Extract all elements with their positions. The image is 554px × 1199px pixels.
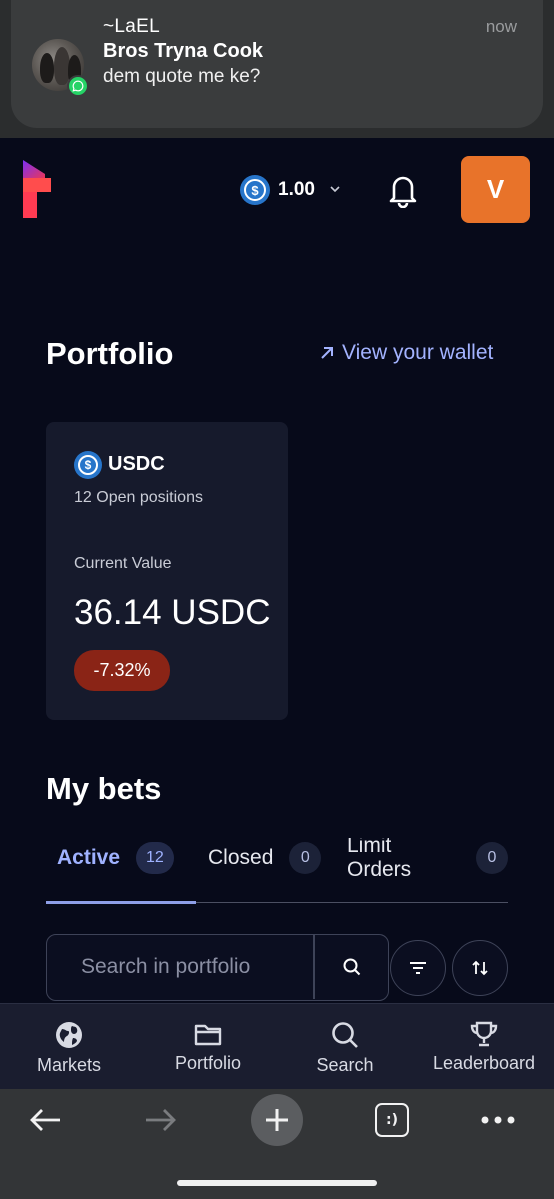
arrow-left-icon [30,1109,60,1131]
nav-label: Portfolio [174,1053,242,1073]
nav-markets[interactable]: Markets [28,1004,110,1090]
tab-label: Active [57,846,121,869]
search-icon [343,958,360,976]
notification-backdrop: ~LaEL Bros Tryna Cook dem quote me ke? n… [0,0,554,138]
bets-tabs: Active 12 Closed 0 Limit Orders 0 [46,838,508,904]
active-tab-indicator [46,901,196,904]
nav-portfolio[interactable]: Portfolio [163,1004,253,1090]
more-dots-icon [481,1116,515,1124]
notification-title: Bros Tryna Cook [103,40,264,62]
filter-icon [410,962,426,974]
notification-time: now [485,17,517,36]
tabs-button[interactable]: :) [372,1097,412,1143]
view-wallet-label: View your wallet [342,341,494,364]
nav-leaderboard[interactable]: Leaderboard [424,1004,544,1090]
notification-message: dem quote me ke? [103,66,261,87]
plus-icon [266,1109,288,1131]
trophy-icon [470,1021,498,1047]
usdc-coin-icon: $ [240,175,270,205]
portfolio-heading: Portfolio [46,336,174,371]
nav-label: Markets [36,1055,101,1075]
home-indicator [177,1180,377,1186]
search-icon [332,1022,358,1048]
arrow-up-right-icon [321,347,333,359]
app-screen: ~LaEL Bros Tryna Cook dem quote me ke? n… [0,0,554,1199]
tab-count-badge: 0 [289,842,322,874]
tab-label: Closed [208,846,274,869]
user-avatar-button[interactable]: V [461,156,530,223]
balance-selector[interactable]: $ 1.00 [240,174,341,206]
nav-label: Search [316,1055,374,1075]
sort-icon [472,960,488,976]
current-value: 36.14 USDC [74,593,271,632]
notifications-bell-icon[interactable] [386,172,420,209]
tab-closed[interactable]: Closed 0 [208,838,322,878]
more-button[interactable] [476,1097,520,1143]
tab-label: Limit Orders [347,838,412,881]
folder-icon [194,1024,222,1046]
search-input[interactable] [47,935,313,999]
nav-label: Leaderboard [432,1053,536,1073]
new-tab-button[interactable] [251,1094,303,1146]
open-positions-count: 12 Open positions [74,489,203,506]
search-button[interactable] [315,935,388,999]
tab-active[interactable]: Active 12 [57,838,174,878]
bottom-navigation: Markets Portfolio Search Leaderboard [0,1003,554,1089]
tab-count-badge: 12 [136,842,174,874]
forward-button[interactable] [138,1097,184,1143]
portfolio-search [46,934,389,1001]
view-wallet-link[interactable]: View your wallet [318,341,493,365]
notification-sender: ~LaEL [103,16,160,37]
current-value-label: Current Value [74,555,172,572]
back-button[interactable] [22,1097,68,1143]
portfolio-card[interactable]: $ USDC 12 Open positions Current Value 3… [46,422,288,720]
usdc-coin-icon: $ [74,451,102,479]
sort-button[interactable] [452,940,508,996]
tab-count-badge: 0 [476,842,508,874]
card-currency: USDC [108,453,165,475]
whatsapp-icon [67,75,89,97]
notification-banner[interactable]: ~LaEL Bros Tryna Cook dem quote me ke? n… [11,0,543,128]
change-badge: -7.32% [74,650,170,691]
filter-button[interactable] [390,940,446,996]
tabs-switcher-label: :) [375,1103,409,1137]
nav-search[interactable]: Search [305,1004,385,1090]
arrow-right-icon [146,1109,176,1131]
globe-icon [56,1022,82,1048]
balance-amount: 1.00 [278,179,315,200]
app-logo[interactable] [23,160,53,218]
chevron-down-icon [330,186,340,193]
tab-limit-orders[interactable]: Limit Orders 0 [347,838,508,881]
my-bets-heading: My bets [46,771,162,806]
